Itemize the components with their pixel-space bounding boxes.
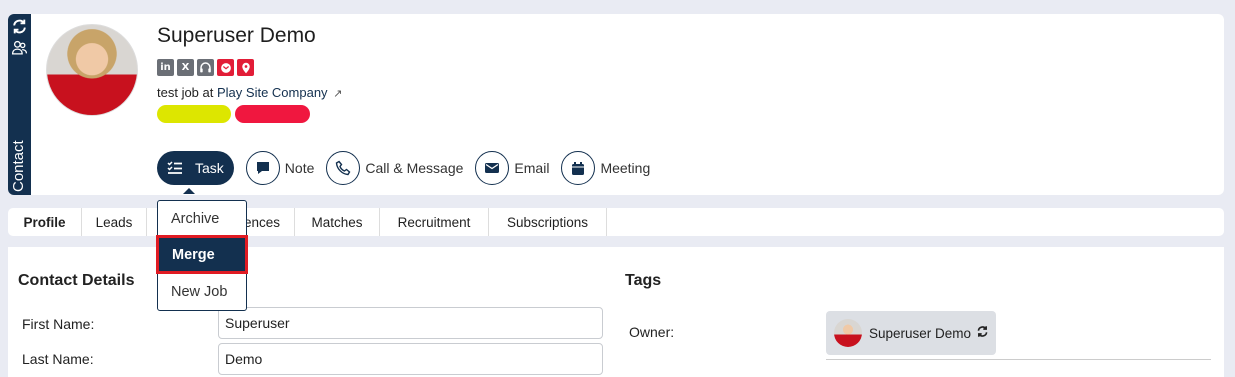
menu-item-new-job[interactable]: New Job — [158, 275, 246, 308]
tab-profile[interactable]: Profile — [8, 208, 82, 236]
job-prefix: test job at — [157, 85, 214, 100]
tab-matches[interactable]: Matches — [295, 208, 380, 236]
email-label: Email — [514, 160, 550, 176]
gmail-icon[interactable] — [217, 59, 234, 76]
task-dropdown-menu: Archive Merge New Job — [156, 200, 248, 311]
top-strip — [0, 0, 1235, 6]
tab-leads[interactable]: Leads — [82, 208, 147, 236]
task-list-icon — [165, 151, 185, 185]
menu-item-merge[interactable]: Merge — [156, 235, 248, 274]
email-icon — [475, 151, 510, 185]
contact-vertical-label: Contact — [10, 140, 27, 192]
x-twitter-icon[interactable]: X — [177, 59, 194, 76]
company-link[interactable]: Play Site Company — [217, 85, 328, 100]
note-label: Note — [284, 160, 315, 176]
call-message-label: Call & Message — [365, 160, 464, 176]
email-button[interactable]: Email — [475, 151, 549, 185]
job-line: test job at Play Site Company ↗ — [157, 85, 342, 100]
contact-side-bar: Contact — [8, 14, 31, 195]
first-name-label: First Name: — [22, 316, 95, 332]
owner-name: Superuser Demo — [869, 325, 972, 341]
owner-divider — [826, 359, 1211, 361]
note-button[interactable]: Note — [245, 151, 315, 185]
owner-label: Owner: — [629, 324, 675, 340]
tags-title: Tags — [625, 272, 662, 289]
phone-icon — [326, 151, 361, 185]
call-message-button[interactable]: Call & Message — [326, 151, 463, 185]
owner-refresh-icon[interactable] — [976, 325, 989, 341]
note-icon — [245, 151, 280, 185]
tag-pill-yellow[interactable] — [157, 105, 231, 123]
last-name-label: Last Name: — [22, 351, 94, 367]
task-label: Task — [195, 160, 224, 176]
refresh-icon[interactable] — [11, 18, 28, 35]
location-pin-icon[interactable] — [237, 59, 254, 76]
avatar — [46, 24, 138, 116]
linkedin-icon[interactable]: in — [157, 59, 174, 76]
external-link-icon[interactable]: ↗ — [333, 88, 342, 100]
tag-pill-red[interactable] — [235, 105, 310, 123]
first-name-field[interactable]: Superuser — [218, 307, 603, 339]
action-bar: Task Note Call & Message Email Meeting — [157, 151, 662, 185]
tab-subscriptions[interactable]: Subscriptions — [489, 208, 607, 236]
headset-icon[interactable] — [197, 59, 214, 76]
contact-header-card: Contact Superuser Demo in X test job at … — [8, 14, 1224, 195]
owner-chip[interactable]: Superuser Demo — [826, 311, 996, 355]
social-icons: in X — [157, 59, 254, 76]
task-button[interactable]: Task — [157, 151, 234, 185]
menu-item-archive[interactable]: Archive — [158, 202, 246, 235]
users-icon[interactable] — [11, 39, 28, 56]
dropdown-caret — [183, 188, 195, 194]
last-name-field[interactable]: Demo — [218, 343, 603, 375]
calendar-icon — [561, 151, 596, 185]
tab-recruitment[interactable]: Recruitment — [380, 208, 489, 236]
meeting-button[interactable]: Meeting — [561, 151, 650, 185]
owner-avatar — [834, 319, 862, 347]
meeting-label: Meeting — [600, 160, 651, 176]
contact-details-title: Contact Details — [18, 272, 135, 289]
contact-name: Superuser Demo — [157, 24, 316, 47]
